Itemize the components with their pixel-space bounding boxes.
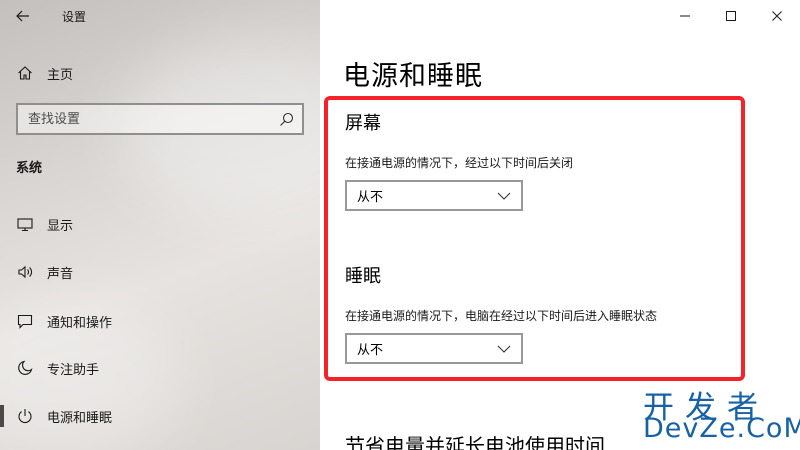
minimize-icon <box>680 15 690 17</box>
title-bar: 设置 <box>0 0 320 32</box>
home-icon <box>15 63 35 83</box>
page-title: 电源和睡眠 <box>343 61 483 92</box>
sidebar-item-label: 电源和睡眠 <box>47 410 113 426</box>
power-icon <box>15 406 35 426</box>
app-title: 设置 <box>62 9 87 24</box>
sidebar: 设置 主页 系统 显示 <box>0 0 320 450</box>
search-icon[interactable] <box>279 112 294 127</box>
sound-icon <box>15 262 35 282</box>
screen-description: 在接通电源的情况下，经过以下时间后关闭 <box>345 156 574 170</box>
search-input[interactable] <box>28 111 268 127</box>
battery-section-title: 节省电量并延长电池使用时间 <box>345 434 605 450</box>
moon-icon <box>15 358 35 378</box>
sidebar-item-label: 专注助手 <box>47 362 100 378</box>
sleep-description: 在接通电源的情况下，电脑在经过以下时间后进入睡眠状态 <box>345 309 658 323</box>
sleep-section-title: 睡眠 <box>345 266 381 287</box>
sidebar-item-label: 通知和操作 <box>47 315 113 331</box>
minimize-button[interactable] <box>662 0 708 32</box>
back-arrow-icon <box>16 10 29 22</box>
maximize-icon <box>726 11 736 21</box>
back-button[interactable] <box>0 0 46 32</box>
sleep-timeout-dropdown[interactable]: 从不 <box>345 333 523 364</box>
sidebar-item-notifications[interactable]: 通知和操作 <box>0 301 320 341</box>
dropdown-value: 从不 <box>357 190 384 205</box>
sidebar-item-display[interactable]: 显示 <box>0 204 320 244</box>
sidebar-item-label: 显示 <box>47 218 74 234</box>
sidebar-item-focus-assist[interactable]: 专注助手 <box>0 348 320 388</box>
maximize-button[interactable] <box>708 0 754 32</box>
display-icon <box>15 214 35 234</box>
close-button[interactable] <box>754 0 800 32</box>
notification-icon <box>15 311 35 331</box>
chevron-down-icon <box>497 345 511 353</box>
close-icon <box>772 11 782 21</box>
sidebar-item-home[interactable]: 主页 <box>0 53 320 93</box>
chevron-down-icon <box>497 192 511 200</box>
sidebar-item-sound[interactable]: 声音 <box>0 252 320 292</box>
dropdown-value: 从不 <box>357 343 384 358</box>
watermark-text: DevZe.CoM <box>643 413 800 444</box>
sidebar-item-label: 声音 <box>47 266 74 282</box>
screen-section-title: 屏幕 <box>345 113 381 134</box>
search-field[interactable] <box>16 103 304 135</box>
section-label: 系统 <box>16 161 43 176</box>
sidebar-item-power-sleep[interactable]: 电源和睡眠 <box>0 396 320 436</box>
window-controls <box>662 0 800 32</box>
sidebar-item-label: 主页 <box>47 67 74 83</box>
screen-timeout-dropdown[interactable]: 从不 <box>345 180 523 211</box>
